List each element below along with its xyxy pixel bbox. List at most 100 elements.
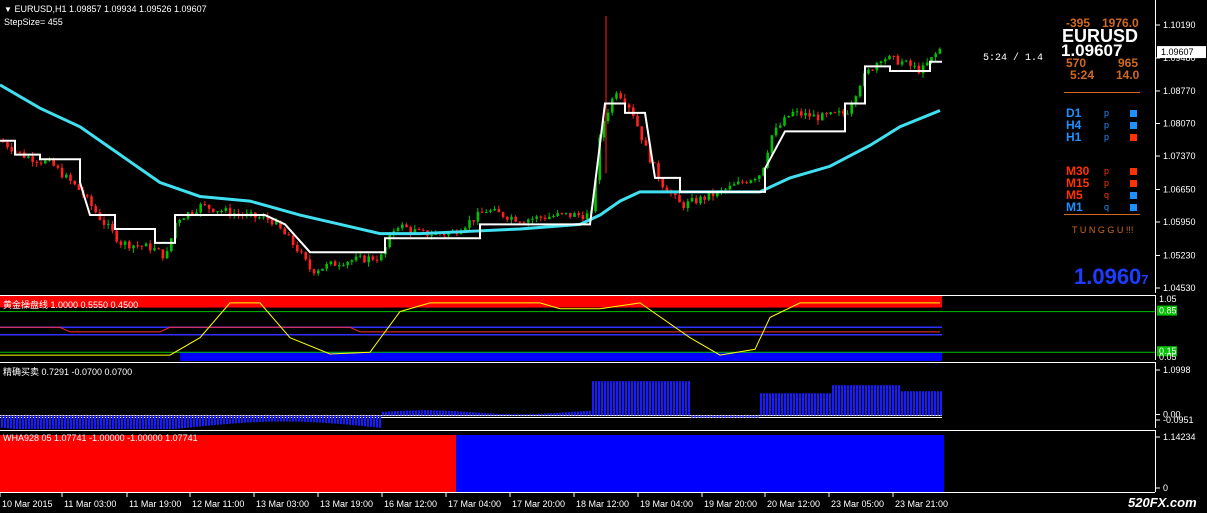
ind2-histogram-bar — [751, 415, 753, 418]
time-tick-label: 18 Mar 12:00 — [576, 499, 629, 509]
ind2-histogram-bar — [562, 412, 564, 416]
ind2-histogram-bar — [592, 381, 594, 416]
ind2-histogram-bar — [427, 410, 429, 416]
candle-body — [577, 213, 580, 216]
candle-body — [535, 216, 538, 219]
ind2-histogram-bar — [706, 415, 708, 418]
ind2-histogram-bar — [187, 415, 189, 428]
candle-body — [367, 256, 370, 263]
time-tick-label: 19 Mar 04:00 — [640, 499, 693, 509]
candle-body — [749, 180, 753, 183]
candle-body — [573, 213, 576, 217]
candle-body — [300, 251, 303, 253]
ind2-histogram-bar — [163, 415, 165, 429]
ind2-histogram-bar — [853, 385, 855, 416]
ind2-histogram-bar — [904, 391, 906, 416]
ind2-histogram-bar — [238, 415, 240, 424]
ind2-histogram-bar — [130, 415, 132, 429]
ind2-histogram-bar — [517, 414, 519, 416]
ind2-histogram-bar — [724, 415, 726, 418]
ind2-histogram-bar — [373, 415, 375, 428]
ind2-histogram-bar — [499, 413, 501, 416]
ind2-histogram-bar — [721, 415, 723, 418]
ind2-histogram-bar — [586, 410, 588, 416]
candle-body — [224, 208, 228, 211]
ind2-histogram-bar — [256, 415, 258, 423]
ind2-histogram-bar — [295, 415, 297, 422]
candle-body — [548, 216, 551, 219]
ind2-histogram-bar — [301, 415, 303, 422]
candle-body — [682, 202, 685, 209]
ind2-histogram-bar — [328, 415, 330, 424]
ind3-axis-label: 0 — [1163, 483, 1168, 492]
ind2-histogram-bar — [4, 415, 6, 428]
candle-body — [132, 245, 135, 249]
candle-body — [321, 268, 324, 271]
ind2-histogram-bar — [754, 415, 756, 418]
ind2-histogram-bar — [664, 381, 666, 416]
time-tick-label: 20 Mar 12:00 — [767, 499, 820, 509]
ind2-histogram-bar — [730, 415, 732, 418]
candle-body — [354, 256, 358, 261]
candle-body — [199, 204, 202, 213]
candle-body — [291, 235, 295, 245]
ind2-histogram-bar — [46, 415, 48, 429]
ind2-histogram-bar — [160, 415, 162, 429]
ind2-histogram-bar — [937, 391, 939, 416]
candle-body — [115, 230, 118, 242]
price-axis[interactable]: 1.101901.094801.087701.080701.073701.066… — [1155, 0, 1207, 293]
indicator1-panel[interactable] — [0, 295, 1155, 361]
ind2-histogram-bar — [703, 415, 705, 418]
ind2-histogram-bar — [10, 415, 12, 429]
candle-body — [371, 256, 375, 260]
timeframe-signal-box — [1130, 110, 1137, 117]
candle-body — [543, 217, 547, 219]
ind2-histogram-bar — [157, 415, 159, 429]
candle-body — [800, 111, 803, 116]
ind2-histogram-bar — [745, 415, 747, 418]
main-chart[interactable] — [0, 0, 1155, 293]
ind2-histogram-bar — [469, 412, 471, 416]
candle-body — [325, 264, 328, 269]
timeframe-signal-box — [1130, 168, 1137, 175]
watermark: 520FX.com — [1128, 495, 1197, 510]
ind2-histogram-bar — [445, 410, 447, 416]
indicator2-panel[interactable] — [0, 362, 1155, 429]
candle-body — [476, 211, 480, 222]
candle-body — [661, 178, 664, 188]
ind2-histogram-bar — [838, 385, 840, 416]
time-axis[interactable]: 10 Mar 2015 11 Mar 03:00 11 Mar 19:00 12 Ma… — [0, 492, 1155, 513]
candle-body — [858, 86, 862, 97]
time-tick-label: 23 Mar 21:00 — [895, 499, 948, 509]
price-chart-canvas[interactable] — [0, 0, 1155, 293]
ind2-histogram-bar — [925, 391, 927, 416]
ind2-histogram-bar — [283, 415, 285, 422]
candle-body — [728, 185, 732, 190]
ind2-histogram-bar — [940, 391, 942, 416]
ind2-histogram-bar — [52, 415, 54, 429]
ind2-histogram-bar — [196, 415, 198, 427]
candle-body — [905, 60, 908, 62]
ind2-histogram-bar — [307, 415, 309, 423]
ind2-histogram-bar — [124, 415, 126, 429]
ind2-histogram-bar — [718, 415, 720, 418]
ind2-histogram-bar — [85, 415, 87, 429]
ind2-histogram-bar — [862, 385, 864, 416]
candle-body — [480, 211, 484, 213]
ind2-histogram-bar — [868, 385, 870, 416]
ind2-histogram-bar — [385, 411, 387, 416]
candle-body — [128, 241, 131, 249]
ind2-histogram-bar — [844, 385, 846, 416]
candle-body — [552, 215, 555, 217]
candle-body — [821, 113, 824, 121]
candle-body — [560, 213, 564, 215]
ind3-red-block — [0, 435, 456, 493]
ind3-blue-block — [456, 435, 944, 493]
ind2-histogram-bar — [241, 415, 243, 423]
candle-body — [157, 248, 160, 250]
dropdown-arrow-icon[interactable]: ▼ — [4, 5, 12, 14]
current-price-label: 1.09607 — [1161, 47, 1194, 57]
ind2-histogram-bar — [289, 415, 291, 422]
candle-body — [27, 156, 30, 158]
ind2-histogram-bar — [25, 415, 27, 429]
